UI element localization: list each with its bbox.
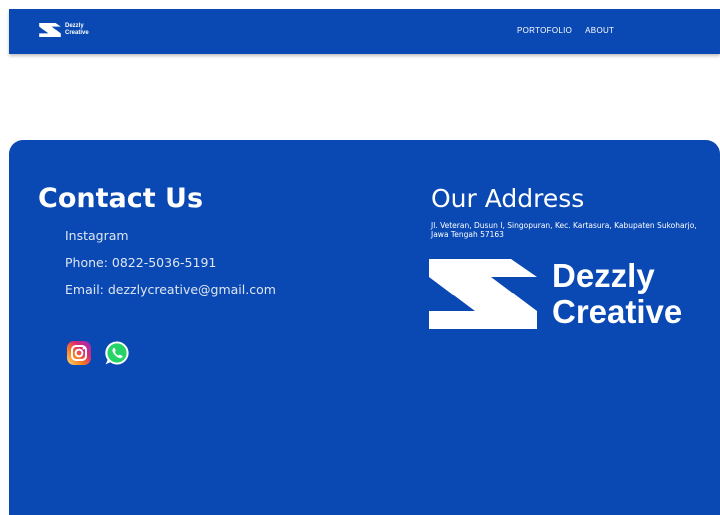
- page: Dezzly Creative PORTOFOLIO ABOUT Contact…: [0, 0, 720, 515]
- dezzly-logo-mark-icon: [429, 259, 537, 329]
- nav-logo-line2: Creative: [65, 30, 89, 36]
- contact-list: Instagram Phone: 0822-5036-5191 Email: d…: [65, 228, 276, 298]
- address-text: Jl. Veteran, Dusun I, Singopuran, Kec. K…: [431, 221, 697, 239]
- footer-brand-line2: Creative: [552, 293, 683, 330]
- contact-phone-link[interactable]: Phone: 0822-5036-5191: [65, 255, 276, 271]
- instagram-icon[interactable]: [66, 340, 92, 366]
- nav-links: PORTOFOLIO ABOUT: [517, 26, 614, 35]
- dezzly-logo-icon: [39, 23, 61, 37]
- footer-brand-line1: Dezzly: [552, 257, 655, 294]
- nav-link-about[interactable]: ABOUT: [585, 26, 614, 35]
- nav-link-portofolio[interactable]: PORTOFOLIO: [517, 26, 572, 35]
- contact-title: Contact Us: [38, 183, 204, 214]
- nav-logo[interactable]: Dezzly Creative: [39, 23, 89, 37]
- contact-instagram-link[interactable]: Instagram: [65, 228, 276, 244]
- social-links: [66, 340, 130, 366]
- nav-logo-line1: Dezzly: [65, 23, 84, 29]
- footer-brand-logo: Dezzly Creative: [429, 258, 682, 330]
- address-title: Our Address: [431, 184, 585, 213]
- nav-logo-text: Dezzly Creative: [65, 23, 89, 37]
- contact-footer: Contact Us Instagram Phone: 0822-5036-51…: [9, 140, 720, 515]
- footer-brand-text: Dezzly Creative: [552, 258, 682, 330]
- whatsapp-icon[interactable]: [104, 340, 130, 366]
- contact-email-link[interactable]: Email: dezzlycreative@gmail.com: [65, 282, 276, 298]
- navbar: Dezzly Creative PORTOFOLIO ABOUT: [9, 9, 720, 54]
